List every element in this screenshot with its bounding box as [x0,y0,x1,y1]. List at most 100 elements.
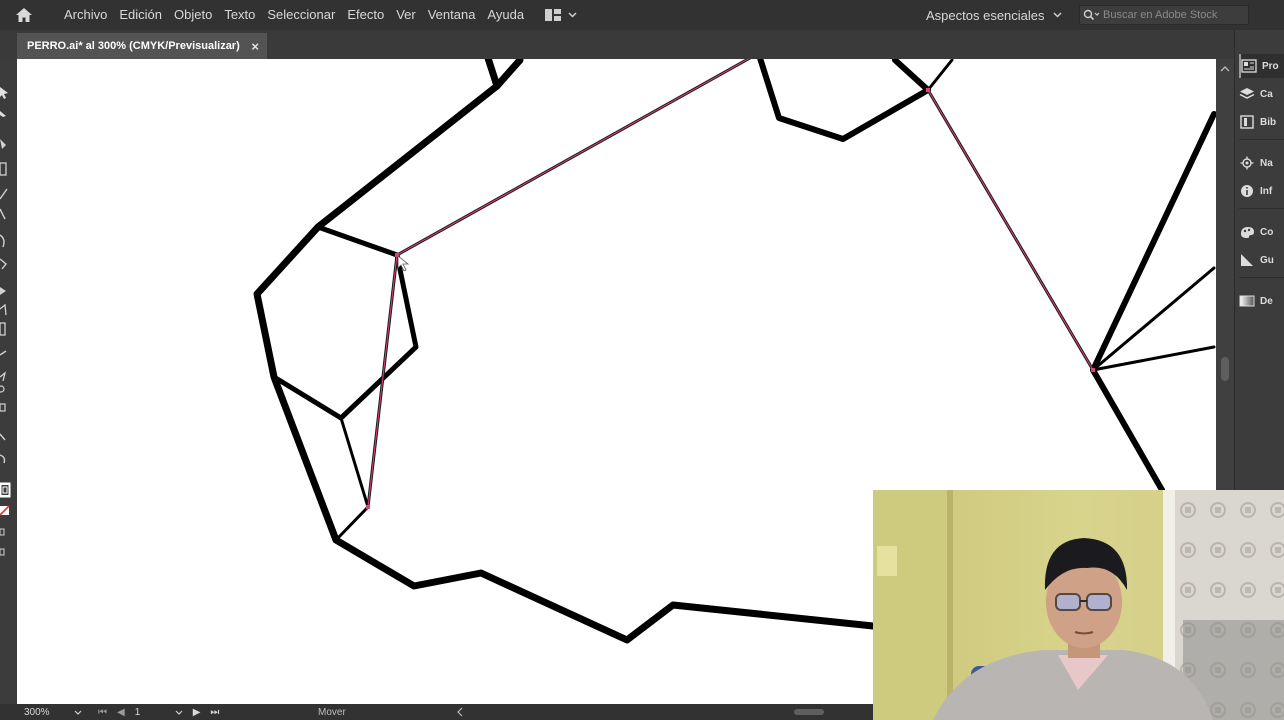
menu-texto[interactable]: Texto [218,0,261,30]
screen-mode-icon[interactable] [0,548,5,556]
horizontal-scrollbar[interactable] [454,707,874,717]
navigator-icon [1240,156,1254,170]
menu-archivo[interactable]: Archivo [48,0,113,30]
panel-tab-layers[interactable]: Ca [1239,82,1284,106]
search-icon [1083,9,1100,21]
panel-tab-label: Pro [1262,60,1279,72]
menu-ayuda[interactable]: Ayuda [481,0,530,30]
neck-inner-path-a[interactable] [1091,266,1216,372]
panel-tab-navigator[interactable]: Na [1239,151,1284,175]
document-tab-title: PERRO.ai* al 300% (CMYK/Previsualizar) [27,40,240,52]
rectangle-tool-icon[interactable] [0,208,6,220]
zoom-select[interactable]: 300% [20,706,86,719]
line-tool-icon[interactable] [0,188,8,200]
color-guide-icon [1241,254,1253,266]
artboard-tool-icon[interactable] [0,403,6,412]
main-menu: Archivo Edición Objeto Texto Seleccionar… [48,0,530,30]
zoom-value: 300% [24,707,50,718]
tools-strip [0,87,11,556]
menu-objeto[interactable]: Objeto [168,0,218,30]
menu-ventana[interactable]: Ventana [422,0,482,30]
eyedropper-tool-icon[interactable] [0,371,7,382]
artboard-navigation: ⏮ ◀ 1 ▶ ⏭ [98,706,219,719]
panel-divider [1239,208,1284,209]
brush-tool-icon[interactable] [0,234,5,248]
cheek-line-path[interactable] [339,416,370,509]
panel-tab-properties[interactable]: Pro [1239,54,1284,78]
panel-tab-label: Gu [1260,254,1274,266]
home-button[interactable] [0,0,48,30]
shape-builder-tool-icon[interactable] [0,350,7,356]
muzzle-line-path[interactable] [334,505,370,542]
width-tool-icon[interactable] [0,322,6,336]
webcam-overlay [873,490,1284,720]
panel-divider [1239,277,1284,278]
panel-tab-libraries[interactable]: Bib [1239,110,1284,134]
panel-tab-label: Bib [1260,116,1277,128]
scroll-up-icon[interactable] [1216,63,1234,75]
menu-ver[interactable]: Ver [390,0,422,30]
panel-divider [1239,139,1284,140]
scale-tool-icon[interactable] [0,303,7,316]
last-artboard-icon[interactable]: ⏭ [210,707,219,718]
menu-bar: Archivo Edición Objeto Texto Seleccionar… [0,0,1284,30]
illustrator-window: Archivo Edición Objeto Texto Seleccionar… [0,0,1284,720]
stock-search-input[interactable] [1103,9,1248,21]
close-tab-button[interactable]: × [251,39,259,54]
panel-tab-info[interactable]: Inf [1239,179,1284,203]
workspace-label: Aspectos esenciales [926,7,1045,23]
fill-stroke-icon[interactable] [0,482,11,498]
workspace-switcher[interactable]: Aspectos esenciales [926,0,1062,30]
previous-artboard-icon[interactable]: ◀ [117,707,125,718]
arrange-documents-icon [545,9,562,21]
menu-seleccionar[interactable]: Seleccionar [261,0,341,30]
properties-icon [1241,59,1257,73]
zoom-tool-icon[interactable] [0,454,6,464]
artboard-number[interactable]: 1 [135,707,165,718]
neck-inner-path-b[interactable] [1091,345,1216,372]
layers-icon [1239,88,1255,99]
neck-stroke-path[interactable] [1090,111,1216,373]
panel-tab-label: Inf [1260,185,1273,197]
menu-efecto[interactable]: Efecto [341,0,390,30]
draw-mode-icon[interactable] [0,528,5,536]
stock-search [1079,5,1249,25]
panel-tab-gradient[interactable]: De [1239,289,1284,313]
menu-edicion[interactable]: Edición [113,0,168,30]
tools-panel [0,59,17,704]
panel-tab-label: Ca [1260,88,1273,100]
neck-lower-path[interactable] [1090,367,1165,493]
type-tool-icon[interactable] [0,162,7,176]
webcam-presenter-image [873,490,1284,720]
arrange-documents-button[interactable] [544,8,577,22]
anchor-points[interactable] [366,88,1095,509]
pen-tool-icon[interactable] [0,139,6,149]
panel-tab-color-guide[interactable]: Gu [1239,248,1284,272]
first-artboard-icon[interactable]: ⏮ [98,707,107,718]
panel-tab-label: De [1260,295,1273,307]
info-icon [1241,185,1253,197]
current-tool-label: Mover [318,707,346,718]
vertical-scroll-thumb[interactable] [1221,357,1229,381]
panel-tab-color[interactable]: Co [1239,220,1284,244]
hand-tool-icon[interactable] [0,433,6,441]
selection-tool-icon[interactable] [0,87,8,99]
top-notch-path[interactable] [757,59,931,142]
document-tab-bar: PERRO.ai* al 300% (CMYK/Previsualizar) × [0,30,1234,59]
next-artboard-icon[interactable]: ▶ [193,707,201,718]
eye-top-path[interactable] [315,224,400,258]
head-outline-path[interactable] [253,59,877,644]
blend-tool-icon[interactable] [0,385,5,393]
direct-selection-tool-icon[interactable] [0,111,6,117]
eraser-tool-icon[interactable] [0,287,6,295]
document-tab[interactable]: PERRO.ai* al 300% (CMYK/Previsualizar) × [17,33,267,59]
gradient-icon [1239,295,1255,307]
ear-stub-path[interactable] [493,59,524,90]
rotate-tool-icon[interactable] [0,258,7,270]
top-right-path[interactable] [926,59,954,92]
chevron-down-icon [568,12,577,18]
chevron-down-icon [1052,12,1062,18]
panel-tab-label: Na [1260,157,1273,169]
none-swatch-icon[interactable] [0,505,10,516]
chevron-down-icon[interactable] [175,710,183,715]
